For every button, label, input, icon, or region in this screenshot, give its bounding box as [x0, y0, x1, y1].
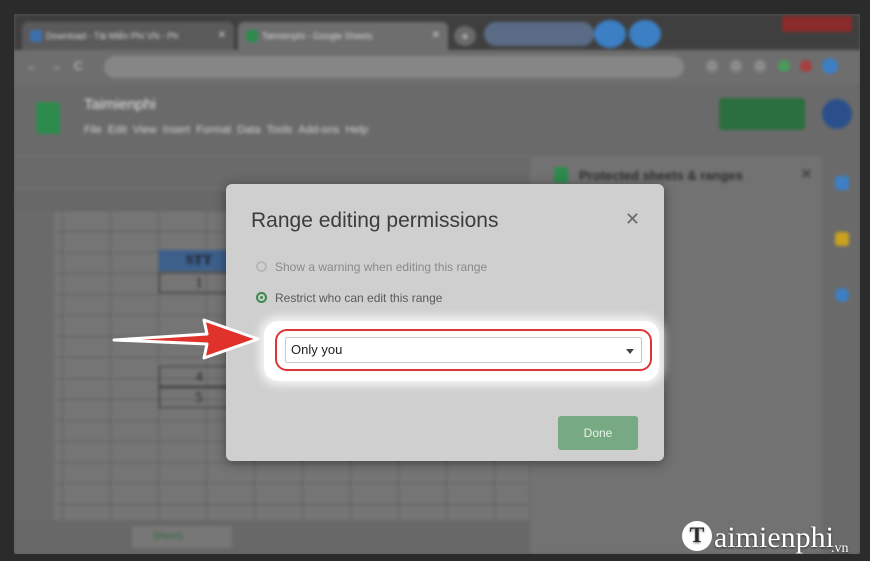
drive-icon[interactable]	[778, 60, 790, 72]
site-favicon-icon	[30, 30, 42, 42]
close-icon[interactable]: ✕	[625, 209, 640, 230]
document-title[interactable]: Taimienphi	[84, 96, 156, 113]
share-page-icon[interactable]	[730, 60, 742, 72]
window-controls[interactable]	[782, 16, 852, 32]
profile-icon[interactable]	[822, 58, 838, 74]
zoom-icon[interactable]	[706, 60, 718, 72]
radio-unchecked-icon[interactable]	[256, 261, 267, 273]
star-icon[interactable]	[754, 60, 766, 72]
extension-icon[interactable]	[800, 60, 812, 72]
notification-pill	[484, 22, 594, 46]
radio-label: Restrict who can edit this range	[275, 291, 443, 305]
sheet-tabs-bar	[14, 520, 529, 554]
watermark-text: aimienphi	[714, 521, 834, 554]
keep-icon[interactable]	[835, 232, 849, 246]
watermark-logo: aimienphi	[682, 521, 834, 554]
sheet-tab[interactable]: Sheet1	[132, 526, 232, 548]
close-panel-icon[interactable]: ✕	[800, 165, 813, 183]
radio-checked-icon[interactable]	[256, 292, 267, 304]
red-arrow-icon	[112, 318, 260, 360]
side-rail	[822, 156, 860, 554]
sheets-logo-icon[interactable]	[36, 102, 60, 134]
tab-label: Taimienphi - Google Sheets	[262, 31, 373, 41]
browser-tab-download[interactable]: Download - Tải Miễn Phí VN - Ph ✕	[22, 22, 234, 50]
dialog-title: Range editing permissions	[251, 209, 499, 232]
browser-tab-sheets[interactable]: Taimienphi - Google Sheets ✕	[238, 22, 448, 50]
radio-label: Show a warning when editing this range	[275, 260, 488, 274]
new-tab-icon[interactable]: +	[454, 26, 476, 46]
done-button[interactable]: Done	[558, 416, 638, 450]
watermark-suffix: .vn	[831, 541, 849, 556]
url-field[interactable]	[104, 56, 684, 78]
tasks-icon[interactable]	[835, 288, 849, 302]
browser-tab-bar: Download - Tải Miễn Phí VN - Ph ✕ Taimie…	[14, 14, 860, 50]
calendar-icon[interactable]	[835, 176, 849, 190]
range-permissions-dialog: Range editing permissions ✕ Show a warni…	[226, 184, 664, 461]
radio-restrict-editors[interactable]: Restrict who can edit this range	[256, 291, 442, 305]
protected-panel-icon	[554, 167, 568, 183]
share-button[interactable]	[719, 98, 805, 130]
select-value: Only you	[291, 342, 343, 357]
close-tab-icon[interactable]: ✕	[218, 22, 226, 50]
side-panel-title: Protected sheets & ranges	[579, 168, 744, 183]
editor-permission-select[interactable]: Only you	[275, 329, 652, 371]
close-tab-icon[interactable]: ✕	[432, 22, 440, 50]
menu-bar[interactable]: File Edit View Insert Format Data Tools …	[84, 124, 368, 136]
app-bubble-icon	[629, 20, 661, 48]
screenshot-frame: Download - Tải Miễn Phí VN - Ph ✕ Taimie…	[14, 14, 860, 554]
watermark-badge-icon	[682, 521, 712, 551]
sheets-favicon-icon	[246, 30, 258, 42]
chevron-down-icon[interactable]	[626, 349, 634, 354]
app-bubble-icon	[594, 20, 626, 48]
tab-label: Download - Tải Miễn Phí VN - Ph	[46, 31, 179, 41]
nav-buttons[interactable]: ←→C	[26, 59, 95, 73]
row-headers	[14, 210, 54, 520]
avatar[interactable]	[822, 99, 852, 129]
radio-show-warning[interactable]: Show a warning when editing this range	[256, 260, 487, 274]
